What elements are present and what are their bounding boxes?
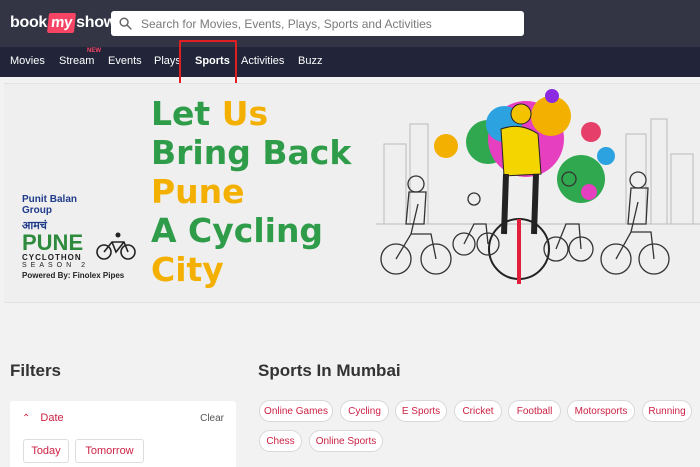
- headline-line-4: A Cycling: [151, 211, 324, 250]
- search-icon: [119, 17, 132, 30]
- headline-line-3: Pune: [151, 172, 245, 211]
- promo-banner[interactable]: Punit Balan Group आमचं PUNE CYCLOTHON SE…: [4, 83, 700, 303]
- category-chip[interactable]: Motorsports: [567, 400, 635, 422]
- headline-line-5: City: [151, 250, 224, 289]
- sponsor-line-1: Punit Balan: [22, 194, 78, 205]
- powered-by: Powered By: Finolex Pipes: [22, 271, 125, 280]
- date-filter-label: Date: [40, 412, 64, 424]
- logo-text-book: book: [10, 14, 48, 31]
- sponsor-line-2: Group: [22, 205, 52, 216]
- logo-text-my: my: [46, 13, 77, 33]
- category-chip[interactable]: Football: [508, 400, 561, 422]
- cyclists-illustration: [376, 89, 700, 284]
- search-input[interactable]: [141, 16, 511, 31]
- bookmyshow-logo[interactable]: book my show: [10, 11, 116, 35]
- search-box[interactable]: [111, 11, 524, 36]
- category-chip[interactable]: Online Games: [259, 400, 333, 422]
- nav-item-stream[interactable]: Stream NEW: [59, 48, 101, 67]
- filter-today-button[interactable]: Today: [23, 439, 69, 463]
- date-filter-card: ⌃ Date Clear Today Tomorrow: [10, 401, 236, 467]
- headline-line-2: Bring Back: [151, 133, 352, 172]
- nav-item-sports[interactable]: Sports: [195, 55, 230, 67]
- category-chip[interactable]: Cricket: [454, 400, 502, 422]
- nav-item-stream-label: Stream: [59, 55, 95, 67]
- headline-line-1: Let Us: [151, 94, 269, 133]
- chevron-up-icon: ⌃: [22, 412, 31, 424]
- category-chip[interactable]: Cycling: [340, 400, 389, 422]
- category-chip[interactable]: E Sports: [395, 400, 447, 422]
- nav-item-buzz[interactable]: Buzz: [298, 55, 322, 67]
- nav-item-activities[interactable]: Activities: [241, 55, 284, 67]
- event-season: SEASON 2: [22, 262, 90, 269]
- category-chip[interactable]: Running: [642, 400, 692, 422]
- date-filter-clear[interactable]: Clear: [200, 413, 224, 424]
- new-badge: NEW: [87, 48, 101, 54]
- date-filter-toggle[interactable]: ⌃ Date: [22, 412, 64, 424]
- cyclist-logo-icon: [96, 232, 136, 260]
- category-chip[interactable]: Chess: [259, 430, 302, 452]
- logo-text-show: show: [76, 14, 116, 31]
- filter-tomorrow-button[interactable]: Tomorrow: [75, 439, 144, 463]
- nav-item-events[interactable]: Events: [108, 55, 142, 67]
- top-bar: book my show: [0, 0, 700, 47]
- nav-item-movies[interactable]: Movies: [10, 55, 45, 67]
- banner-headline: Let Us Bring Back Pune A Cycling City: [151, 94, 351, 289]
- nav-bar: Movies Stream NEW Events Plays Sports Ac…: [0, 47, 700, 77]
- category-chip[interactable]: Online Sports: [309, 430, 383, 452]
- sports-section-title: Sports In Mumbai: [258, 361, 401, 380]
- filters-title: Filters: [10, 361, 62, 380]
- nav-item-plays[interactable]: Plays: [154, 55, 181, 67]
